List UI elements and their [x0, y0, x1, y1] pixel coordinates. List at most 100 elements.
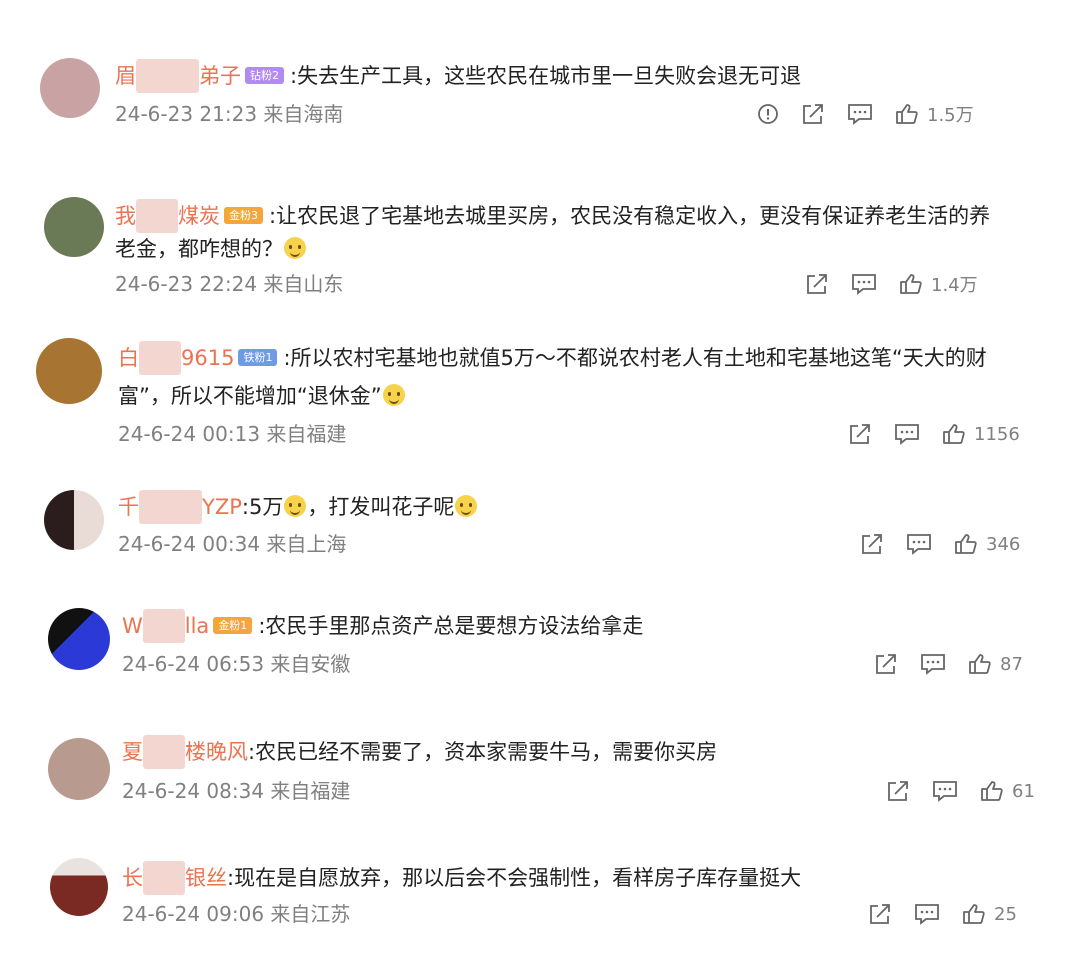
comment-icon — [933, 781, 957, 802]
username-mask: 某某 — [139, 341, 181, 375]
report-button[interactable] — [757, 103, 779, 125]
username-mask: 某某 — [143, 861, 185, 895]
comment-icon — [848, 104, 872, 125]
comment-text: :农民手里那点资产总是要想方设法给拿走 — [258, 614, 644, 638]
share-button[interactable] — [860, 533, 884, 555]
report-icon — [758, 104, 778, 124]
avatar[interactable] — [36, 338, 102, 404]
like-button[interactable]: 25 — [962, 903, 1017, 925]
comment-text: :所以农村宅基地也就值5万～不都说农村老人有土地和宅基地这笔“天大的财 — [283, 346, 987, 370]
username-mask: 某某某 — [136, 59, 199, 93]
like-count: 25 — [994, 903, 1017, 925]
like-icon — [969, 654, 991, 674]
like-icon — [955, 534, 977, 554]
comment-date: 24-6-24 06:53 — [122, 652, 265, 676]
like-icon — [963, 904, 985, 924]
fan-badge: 铁粉1 — [238, 348, 278, 366]
comment-icon — [907, 534, 931, 555]
comment-text: :5万 ，打发叫花子呢 — [242, 495, 478, 519]
laugh-cry-emoji-icon — [284, 495, 307, 517]
avatar[interactable] — [44, 490, 104, 550]
username[interactable]: 长某某银丝 — [122, 861, 227, 895]
comment-meta: 24-6-24 09:06 来自江苏 — [122, 899, 350, 929]
comment-text: :现在是自愿放弃，那以后会不会强制性，看样房子库存量挺大 — [227, 866, 802, 890]
like-button[interactable]: 346 — [954, 533, 1020, 555]
like-button[interactable]: 61 — [980, 780, 1035, 802]
avatar[interactable] — [40, 58, 100, 118]
comment-location: 来自安徽 — [270, 652, 351, 676]
sad-emoji-icon — [284, 237, 306, 259]
like-count: 1.4万 — [931, 275, 978, 296]
username[interactable]: 我某某煤炭 — [115, 199, 220, 233]
comment-icon — [921, 654, 945, 675]
comment-location: 来自福建 — [270, 779, 351, 803]
comment-meta: 24-6-24 00:13 来自福建 — [118, 419, 346, 449]
avatar[interactable] — [50, 858, 108, 916]
share-button[interactable] — [874, 653, 898, 675]
comment-list-page: { "comments": [ { "user_visible_start": … — [0, 0, 1080, 977]
username-mask: 某某 — [143, 735, 185, 769]
like-button[interactable]: 1156 — [942, 423, 1020, 445]
like-count: 1156 — [974, 423, 1020, 445]
comment-meta: 24-6-24 06:53 来自安徽 — [122, 649, 350, 679]
username[interactable]: 白某某9615 — [118, 341, 234, 375]
share-button[interactable] — [886, 780, 910, 802]
fan-badge: 金粉1 — [213, 616, 253, 634]
comment-location: 来自福建 — [266, 422, 347, 446]
comment-button[interactable] — [847, 103, 873, 125]
comment-date: 24-6-23 21:23 — [115, 102, 258, 126]
action-bar: 61 — [864, 776, 1035, 806]
doge-emoji-icon — [382, 384, 405, 406]
comment-button[interactable] — [932, 780, 958, 802]
avatar[interactable] — [44, 197, 104, 257]
comment-button[interactable] — [914, 903, 940, 925]
comment-meta: 24-6-24 00:34 来自上海 — [118, 529, 346, 559]
comment-location: 来自海南 — [263, 102, 344, 126]
laugh-cry-emoji-icon — [455, 495, 478, 517]
comment-text: :失去生产工具，这些农民在城市里一旦失败会退无可退 — [290, 64, 802, 88]
comment-button[interactable] — [906, 533, 932, 555]
share-icon — [850, 424, 870, 444]
avatar[interactable] — [48, 738, 110, 800]
action-bar: 346 — [838, 529, 1020, 559]
share-icon — [870, 904, 890, 924]
comment-date: 24-6-23 22:24 — [115, 272, 258, 296]
share-icon — [803, 104, 823, 124]
comment-meta: 24-6-23 21:23 来自海南 — [115, 99, 343, 129]
fan-badge: 金粉3 — [224, 206, 263, 224]
comment-text: :让农民退了宅基地去城里买房，农民没有稳定收入，更没有保证养老生活的养 — [269, 204, 991, 228]
comment-meta: 24-6-24 08:34 来自福建 — [122, 776, 350, 806]
username[interactable]: 眉某某某弟子 — [115, 59, 241, 93]
comment-button[interactable] — [920, 653, 946, 675]
action-bar: 1156 — [826, 419, 1020, 449]
username[interactable]: W某某lla — [122, 609, 209, 643]
like-button[interactable]: 1.5万 — [895, 101, 974, 127]
share-icon — [888, 781, 908, 801]
username-mask: 某某 — [142, 609, 185, 643]
action-bar: 25 — [846, 899, 1017, 929]
comment-location: 来自山东 — [263, 272, 344, 296]
share-button[interactable] — [805, 273, 829, 295]
username[interactable]: 夏某某楼晚风 — [122, 735, 248, 769]
like-button[interactable]: 1.4万 — [899, 271, 978, 297]
comment-icon — [915, 904, 939, 925]
share-button[interactable] — [868, 903, 892, 925]
like-icon — [943, 424, 965, 444]
comment-button[interactable] — [851, 273, 877, 295]
avatar[interactable] — [48, 608, 110, 670]
comment-button[interactable] — [894, 423, 920, 445]
fan-badge: 钻粉2 — [245, 66, 284, 84]
comment-location: 来自江苏 — [270, 902, 351, 926]
share-icon — [807, 274, 827, 294]
share-button[interactable] — [801, 103, 825, 125]
comment-date: 24-6-24 09:06 — [122, 902, 265, 926]
like-count: 346 — [986, 533, 1021, 555]
share-button[interactable] — [848, 423, 872, 445]
like-icon — [900, 274, 922, 294]
username-mask: 某某某 — [139, 490, 202, 524]
username[interactable]: 千某某某YZP — [118, 490, 242, 524]
comment-text: :农民已经不需要了，资本家需要牛马，需要你买房 — [248, 740, 718, 764]
share-icon — [876, 654, 896, 674]
like-button[interactable]: 87 — [968, 653, 1023, 675]
comment-date: 24-6-24 00:13 — [118, 422, 261, 446]
